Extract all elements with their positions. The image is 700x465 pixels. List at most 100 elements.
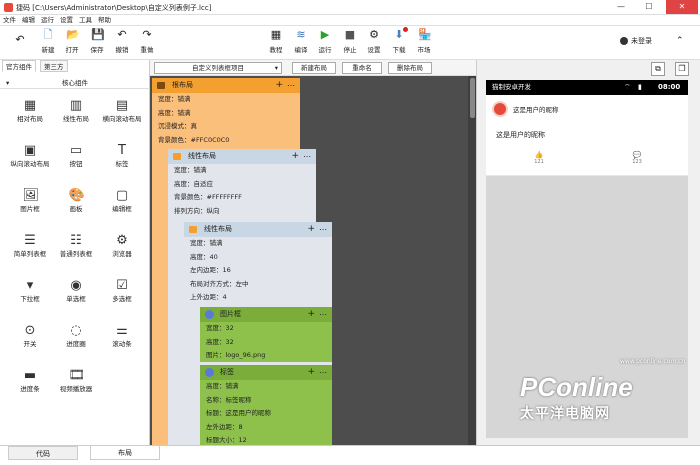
button-icon: ▭ [69,143,83,158]
comment-button[interactable]: 💬 123 [630,151,644,165]
component-label: 普通列表框 [59,250,93,258]
tab-official-components[interactable]: 官方组件 [2,60,36,72]
toolbar-run-button[interactable]: ▶ 运行 [313,29,337,55]
component-vscroll-layout[interactable]: ▣ 纵向滚动布局 [8,143,52,168]
component-label: 下拉框 [20,295,40,303]
compile-icon: ≋ [296,28,306,41]
card-header: 线性布局 + ⋯ [184,222,332,237]
component-label[interactable]: T 标签 [100,143,144,168]
component-scrollbar[interactable]: ⚌ 滚动条 [100,323,144,348]
toolbar-redo-button[interactable]: ↷ 重做 [135,29,159,55]
simple-list-icon: ☰ [24,233,36,248]
design-canvas[interactable]: 根布局 + ⋯ 宽度：铺满 高度：铺满 沉浸模式：真 背景颜色：#FFC0C0C0 … [150,76,476,445]
add-icon: + [307,224,315,234]
tab-third-party[interactable]: 第三方 [40,60,68,72]
gear-icon: ⚙ [369,28,379,41]
component-progress-ring[interactable]: ◌ 进度圈 [54,323,98,348]
component-label: 标签 [115,160,129,168]
toolbar-market-button[interactable]: 🏪 市场 [412,29,436,55]
label-icon: T [118,143,126,158]
tutorial-icon: ▦ [270,28,282,41]
maximize-button[interactable]: ☐ [636,0,662,14]
copy-icon[interactable]: ❐ [675,62,689,76]
component-relative-layout[interactable]: ▦ 相对布局 [8,98,52,123]
delete-layout-button[interactable]: 删除布局 [388,62,432,74]
toolbar-settings-button[interactable]: ⚙ 设置 [362,28,386,55]
toolbar-download-button[interactable]: ⬇ 下载 [387,27,411,54]
menu-help[interactable]: 帮助 [95,15,114,26]
component-label: 纵向滚动布局 [10,160,50,168]
comment-icon: 💬 [632,151,642,159]
like-button[interactable]: 👍 121 [532,151,546,165]
tab-layout[interactable]: 布局 [90,446,160,460]
back-icon: ↶ [15,33,25,46]
minimize-button[interactable]: — [608,0,634,14]
card-header: 根布局 + ⋯ [152,78,300,93]
new-layout-button[interactable]: 新建布局 [292,62,336,74]
layout-selector[interactable]: 自定义列表框项目 ▾ [154,62,282,74]
component-progress-bar[interactable]: ▬ 进度条 [8,368,52,393]
toolbar-stop-button[interactable]: ■ 停止 [338,29,362,55]
toolbar-save-button[interactable]: 💾 保存 [85,29,109,55]
menu-settings[interactable]: 设置 [57,15,76,26]
component-label: 线性布局 [63,115,89,123]
menu-file[interactable]: 文件 [0,15,19,26]
component-hscroll-layout[interactable]: ▤ 横向滚动布局 [100,98,144,123]
image-view-card[interactable]: 图片框 + ⋯ 宽度：32 高度：32 图片：logo_96.png [200,307,332,362]
toolbar-compile-button[interactable]: ≋ 编译 [289,28,313,55]
rename-layout-button[interactable]: 重命名 [342,62,382,74]
component-dropdown[interactable]: ▾ 下拉框 [8,278,52,303]
component-switch[interactable]: ⊙ 开关 [8,323,52,348]
toolbar-collapse-icon[interactable]: ⌃ [676,36,684,46]
window-title: 捷码 [C:\Users\Administrator\Desktop\自定义列表… [16,4,212,12]
label-card[interactable]: 标签 + ⋯ 高度：铺满 名称：标签昵称 标题：这是用户的昵称 左外边距：8 标题大… [200,365,332,445]
canvas-scrollbar[interactable] [468,76,476,445]
list-item-card[interactable]: 这是用户的昵称 这是用户的昵称 👍 121 💬 123 [486,95,688,175]
switch-icon: ⊙ [24,323,36,338]
nickname-top: 这是用户的昵称 [513,106,559,114]
card-header: 标签 + ⋯ [200,365,332,380]
screenshot-icon[interactable]: ⧉ [651,62,665,76]
component-edit-box[interactable]: ▢ 编辑框 [100,188,144,213]
component-canvas[interactable]: 🎨 画板 [54,188,98,213]
app-logo-icon [4,3,13,12]
more-icon: ⋯ [303,152,311,161]
toolbar-open-button[interactable]: 📂 打开 [60,29,84,55]
component-simple-list[interactable]: ☰ 简单列表框 [8,233,52,258]
component-button[interactable]: ▭ 按钮 [54,143,98,168]
section-core-components[interactable]: 核心组件 ▾ [0,78,150,89]
toolbar-tutorial-button[interactable]: ▦ 教程 [264,28,288,55]
component-label: 多选框 [112,295,132,303]
component-linear-layout[interactable]: ▥ 线性布局 [54,98,98,123]
component-label: 编辑框 [112,205,132,213]
toolbar-new-button[interactable]: 🗋 新建 [36,28,60,55]
card-header: 图片框 + ⋯ [200,307,332,322]
toolbar-back-button[interactable]: ↶ [8,34,32,46]
close-button[interactable]: ✕ [666,0,698,14]
component-label: 图片框 [20,205,40,213]
menu-edit[interactable]: 编辑 [19,15,38,26]
component-video-player[interactable]: 🎞 视频播放器 [54,368,98,393]
editor-mode-tabs: 代码 布局 [0,445,700,465]
component-image-view[interactable]: 🖼 图片框 [8,188,52,213]
image-view-icon: 🖼 [22,188,40,203]
tab-code[interactable]: 代码 [8,446,78,460]
normal-list-icon: ☷ [70,233,82,248]
component-label: 简单列表框 [13,250,47,258]
thumbs-up-icon: 👍 [534,151,544,159]
component-browser[interactable]: ⚙ 浏览器 [100,233,144,258]
toolbar: ↶ 🗋 新建 📂 打开 💾 保存 ↶ 撤销 ↷ 重做 ▦ 教程 ≋ 编译 ▶ 运行 ■ 停止 ⚙ 设… [0,26,700,60]
toolbar-undo-button[interactable]: ↶ 撤销 [110,29,134,55]
canvas-icon: 🎨 [68,188,85,203]
component-checkbox[interactable]: ☑ 多选框 [100,278,144,303]
component-radio[interactable]: ◉ 单选框 [54,278,98,303]
relative-layout-icon: ▦ [23,98,37,113]
menu-run[interactable]: 运行 [38,15,57,26]
menu-tools[interactable]: 工具 [76,15,95,26]
component-label: 相对布局 [17,115,43,123]
new-file-icon: 🗋 [43,28,53,41]
component-label: 横向滚动布局 [102,115,142,123]
component-normal-list[interactable]: ☷ 普通列表框 [54,233,98,258]
user-login[interactable]: 未登录 [620,36,652,46]
user-icon [620,37,628,45]
